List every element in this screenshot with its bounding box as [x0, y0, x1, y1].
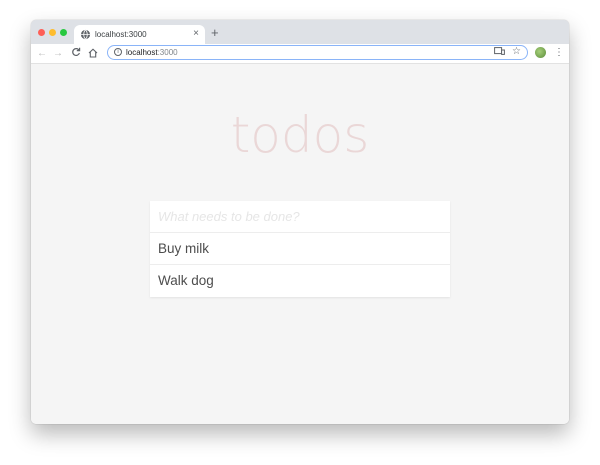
new-tab-button[interactable]: + — [211, 25, 219, 41]
todo-item[interactable]: Buy milk — [150, 233, 450, 265]
new-todo-input[interactable] — [150, 201, 450, 233]
cast-icon[interactable] — [494, 47, 505, 59]
page-content: todos Buy milk Walk dog — [31, 64, 569, 424]
profile-avatar[interactable] — [535, 47, 546, 58]
screen-icon — [494, 47, 505, 55]
url-host: localhost — [126, 48, 158, 57]
todo-app: Buy milk Walk dog — [150, 201, 450, 297]
reload-arrow-icon — [72, 47, 81, 57]
window-minimize-button[interactable] — [49, 29, 56, 36]
browser-toolbar: ← → i localhost:3000 ☆ ⋮ — [31, 44, 569, 64]
close-tab-icon[interactable]: × — [193, 28, 199, 40]
browser-window: localhost:3000 × + ← → i localhost:3000 — [31, 20, 569, 424]
bookmark-star-icon[interactable]: ☆ — [512, 46, 521, 58]
app-title: todos — [230, 106, 370, 164]
globe-icon — [80, 29, 91, 40]
tab-bar: localhost:3000 × + — [31, 20, 569, 44]
url-port: :3000 — [157, 48, 178, 57]
forward-icon[interactable]: → — [53, 47, 63, 60]
back-icon[interactable]: ← — [37, 47, 47, 60]
address-bar[interactable]: i localhost:3000 ☆ — [107, 45, 528, 60]
address-url[interactable]: localhost:3000 — [126, 47, 178, 58]
home-icon[interactable] — [88, 48, 98, 62]
house-icon — [88, 48, 98, 58]
menu-icon[interactable]: ⋮ — [554, 47, 564, 59]
window-close-button[interactable] — [38, 29, 45, 36]
tab-title: localhost:3000 — [95, 30, 147, 39]
todo-item[interactable]: Walk dog — [150, 265, 450, 297]
browser-tab[interactable]: localhost:3000 × — [74, 25, 205, 44]
info-icon[interactable]: i — [114, 48, 122, 56]
todo-list: Buy milk Walk dog — [150, 233, 450, 297]
reload-icon[interactable] — [71, 47, 81, 61]
window-maximize-button[interactable] — [60, 29, 67, 36]
